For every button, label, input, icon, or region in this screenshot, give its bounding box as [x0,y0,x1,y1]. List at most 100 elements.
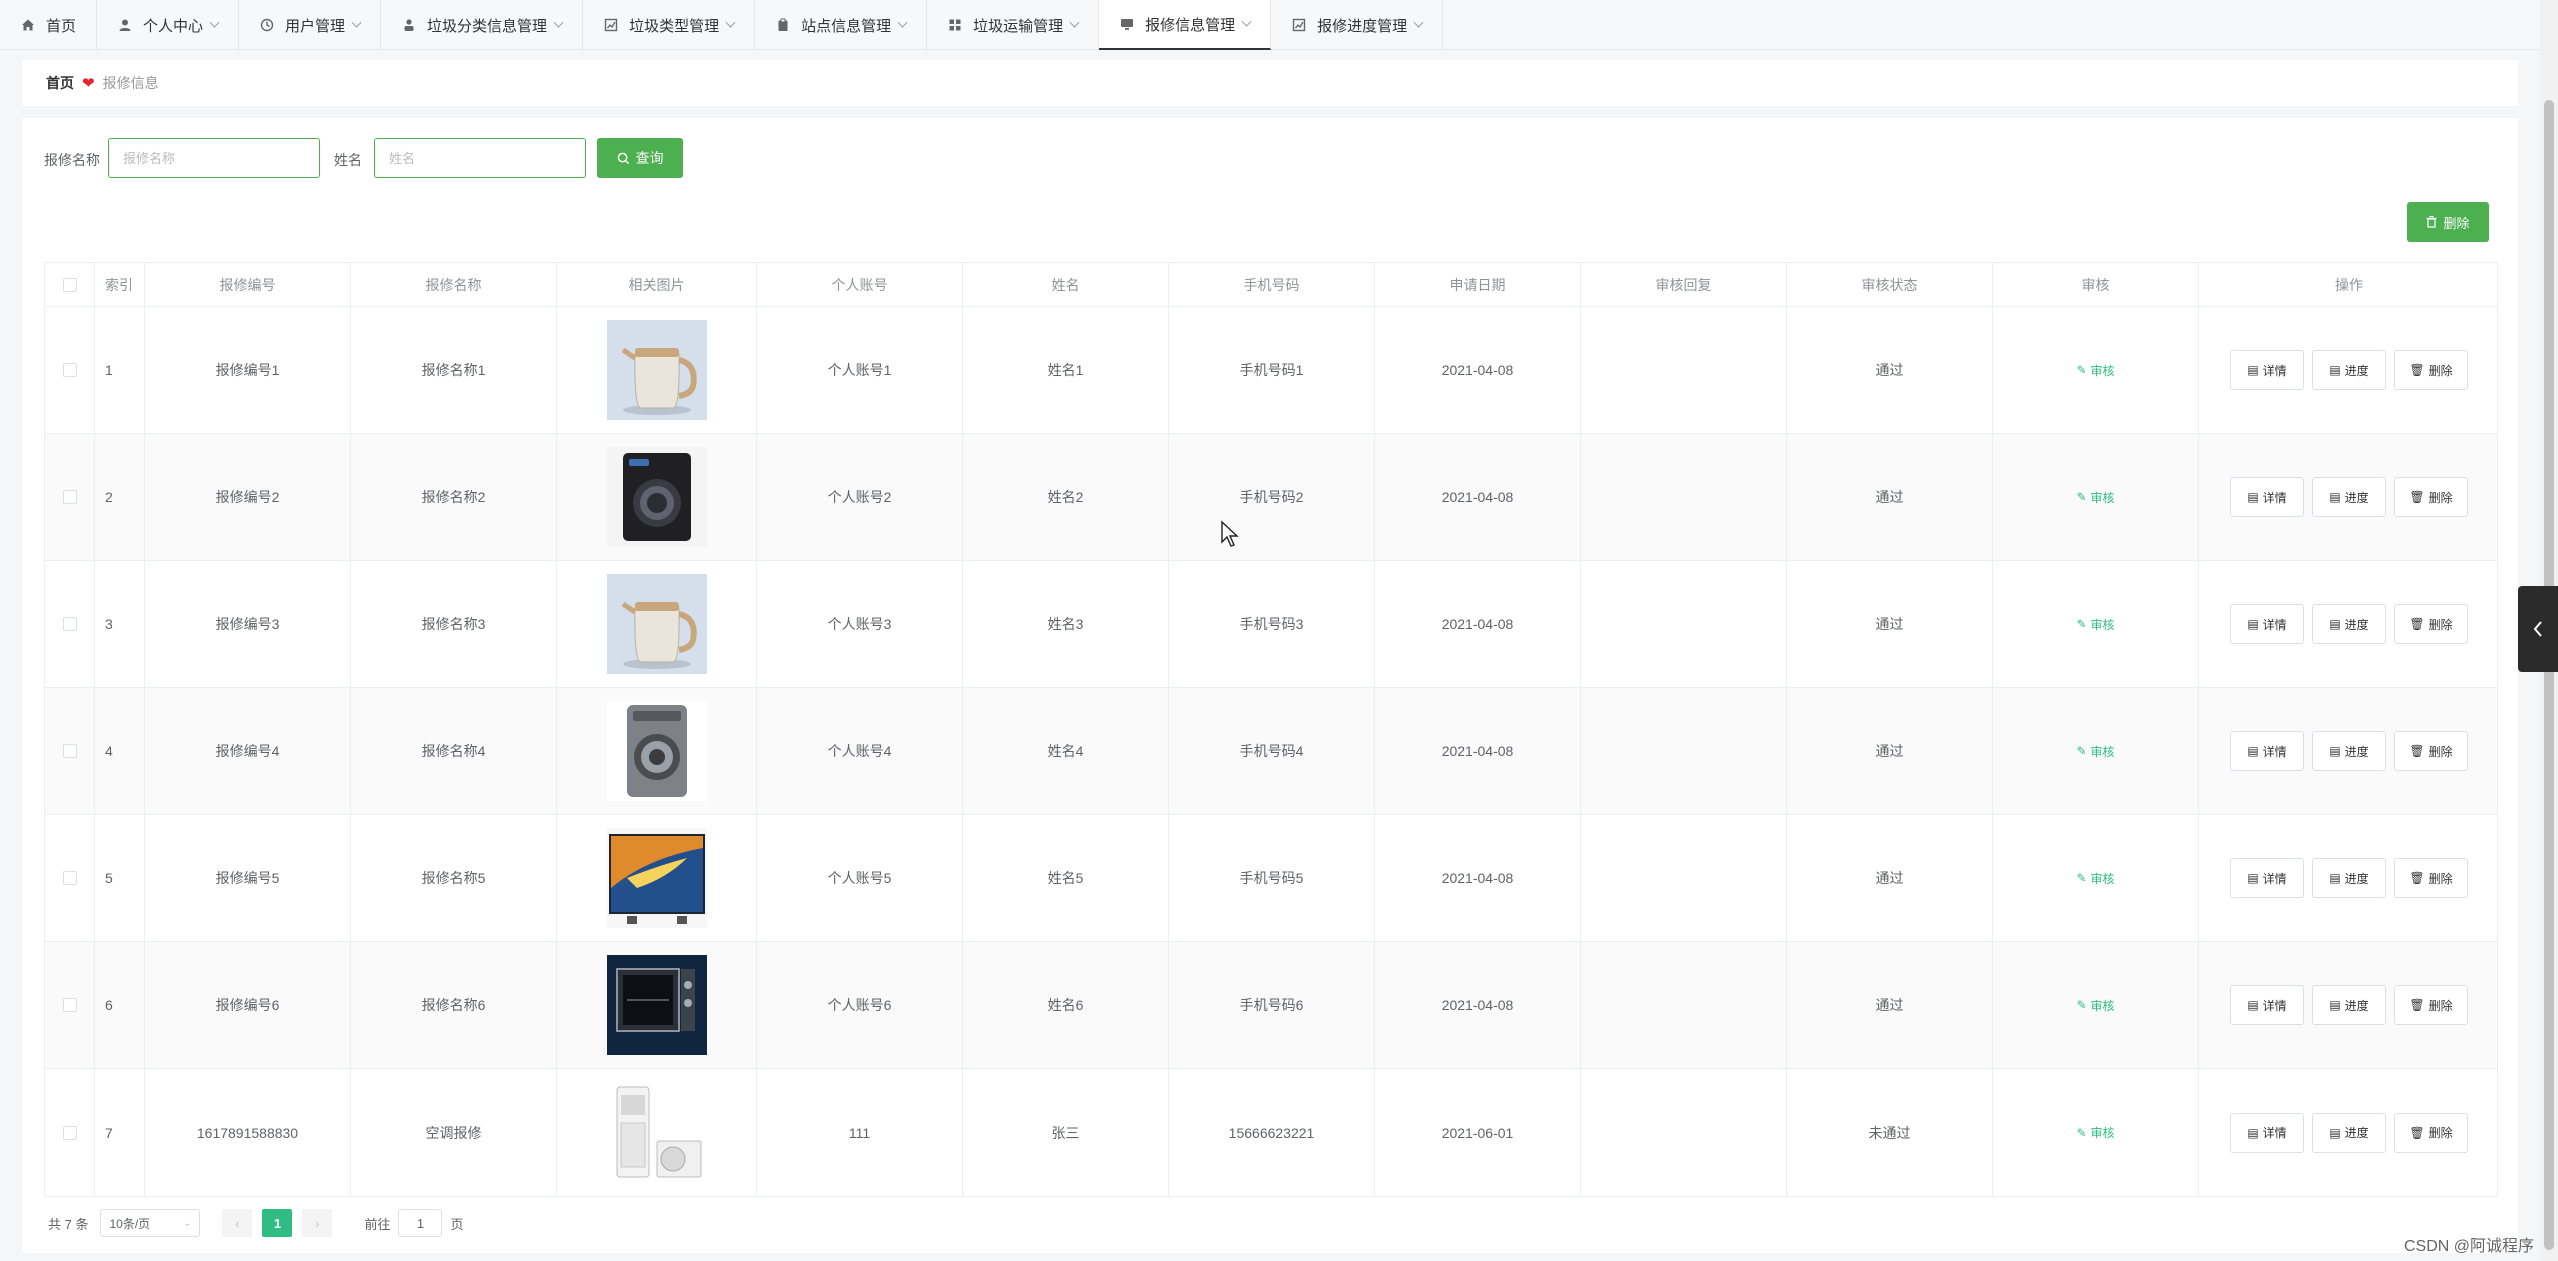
detail-button[interactable]: ▤ 详情 [2230,731,2304,771]
audit-link[interactable]: ✎ 审核 [2076,362,2114,379]
progress-button[interactable]: ▤ 进度 [2312,858,2386,898]
cell-repair-name: 报修名称2 [421,489,486,505]
nav-item-label: 用户管理 [285,17,346,35]
cell-account: 个人账号5 [827,870,892,886]
delete-button[interactable]: 🗑 删除 [2394,1112,2468,1153]
chevron-down-icon [1241,16,1252,27]
product-image[interactable] [606,1082,707,1183]
delete-button[interactable]: 🗑 删除 [2394,731,2468,771]
cell-date: 2021-04-08 [1441,870,1514,886]
page-number-current[interactable]: 1 [262,1209,293,1237]
row-checkbox[interactable] [62,490,77,504]
delete-button[interactable]: 🗑 删除 [2394,477,2468,517]
product-image[interactable] [606,828,707,928]
row-checkbox[interactable] [62,617,77,631]
table-cell: 未通过 [1787,1069,1993,1196]
chevron-down-icon [553,17,564,28]
product-image[interactable] [606,320,707,420]
progress-button[interactable]: ▤ 进度 [2312,477,2386,517]
nav-item-3[interactable]: 垃圾分类信息管理 [381,0,584,50]
breadcrumb-home[interactable]: 首页 [46,73,74,93]
cell-person-name: 姓名4 [1047,743,1084,759]
detail-button[interactable]: ▤ 详情 [2230,985,2304,1025]
table-cell: ▤ 详情 ▤ 进度 🗑 删除 [2199,434,2499,560]
row-checkbox[interactable] [62,998,77,1012]
progress-button-label: 进度 [2344,490,2369,505]
side-panel-toggle[interactable] [2518,586,2558,672]
row-checkbox[interactable] [62,363,77,377]
nav-item-6[interactable]: 垃圾运输管理 [927,0,1100,50]
audit-link[interactable]: ✎ 审核 [2076,997,2114,1014]
prev-page-button[interactable]: ‹ [222,1209,253,1237]
cell-repair-name: 报修名称3 [421,616,486,632]
product-image[interactable] [606,955,707,1055]
select-all-checkbox[interactable] [62,277,77,292]
search-button[interactable]: 查询 [597,138,683,178]
delete-button-label: 删除 [2428,1126,2453,1140]
table-cell: 姓名5 [963,815,1169,941]
delete-button[interactable]: 🗑 删除 [2394,350,2468,390]
nav-item-0[interactable]: 首页 [0,0,98,50]
chart-icon [603,17,619,33]
mouse-cursor-icon [1221,520,1239,547]
search-person-input[interactable] [374,138,586,178]
cell-account: 个人账号3 [827,616,892,632]
user-icon [117,17,133,33]
audit-link[interactable]: ✎ 审核 [2076,743,2114,760]
table-cell: 手机号码3 [1169,561,1375,687]
nav-item-4[interactable]: 垃圾类型管理 [583,0,756,50]
table-cell [1581,307,1787,433]
search-name-input[interactable] [108,138,320,178]
trash-icon: 🗑 [2409,998,2425,1012]
audit-link[interactable]: ✎ 审核 [2076,616,2114,633]
batch-delete-button[interactable]: 删除 [2407,202,2489,242]
page-size-select[interactable]: 10条/页 ⌄ [100,1209,201,1237]
nav-item-label: 首页 [46,17,77,35]
detail-button[interactable]: ▤ 详情 [2230,477,2304,517]
cell-repair-code: 报修编号6 [215,997,280,1013]
progress-button[interactable]: ▤ 进度 [2312,604,2386,644]
delete-button[interactable]: 🗑 删除 [2394,985,2468,1025]
audit-link[interactable]: ✎ 审核 [2076,489,2114,506]
table-cell: ✎ 审核 [1993,434,2199,560]
scrollbar-thumb[interactable] [2544,100,2554,1250]
column-header: 审核回复 [1581,263,1787,306]
cell-phone: 手机号码3 [1239,616,1304,632]
row-checkbox[interactable] [62,744,77,758]
nav-item-7[interactable]: 报修信息管理 [1099,0,1272,50]
goto-page-input[interactable] [398,1209,443,1237]
next-page-button[interactable]: › [302,1209,333,1237]
nav-item-1[interactable]: 个人中心 [97,0,240,50]
progress-button[interactable]: ▤ 进度 [2312,1112,2386,1153]
nav-item-8[interactable]: 报修进度管理 [1271,0,1444,50]
progress-button[interactable]: ▤ 进度 [2312,350,2386,390]
document-icon: ▤ [2329,1125,2341,1140]
nav-item-label: 个人中心 [143,17,204,35]
detail-button[interactable]: ▤ 详情 [2230,858,2304,898]
audit-link[interactable]: ✎ 审核 [2076,1124,2114,1141]
progress-button[interactable]: ▤ 进度 [2312,985,2386,1025]
detail-button[interactable]: ▤ 详情 [2230,1112,2304,1153]
product-image[interactable] [606,447,707,547]
nav-item-2[interactable]: 用户管理 [239,0,382,50]
row-checkbox[interactable] [62,1125,77,1140]
delete-button[interactable]: 🗑 删除 [2394,858,2468,898]
nav-item-5[interactable]: 站点信息管理 [755,0,928,50]
audit-link[interactable]: ✎ 审核 [2076,870,2114,887]
progress-button[interactable]: ▤ 进度 [2312,731,2386,771]
cell-index: 4 [105,743,113,759]
nav-item-label: 垃圾类型管理 [629,17,720,35]
document-icon: ▤ [2247,617,2259,631]
product-image[interactable] [606,701,707,801]
column-header: 操作 [2335,276,2363,293]
table-cell [557,942,757,1068]
column-header: 姓名 [963,263,1169,306]
delete-button-label: 删除 [2428,744,2453,759]
detail-button[interactable]: ▤ 详情 [2230,604,2304,644]
cell-index: 7 [105,1124,113,1141]
row-checkbox[interactable] [62,871,77,885]
detail-button[interactable]: ▤ 详情 [2230,350,2304,390]
product-image[interactable] [606,574,707,674]
delete-button[interactable]: 🗑 删除 [2394,604,2468,644]
chevron-down-icon [725,17,736,28]
